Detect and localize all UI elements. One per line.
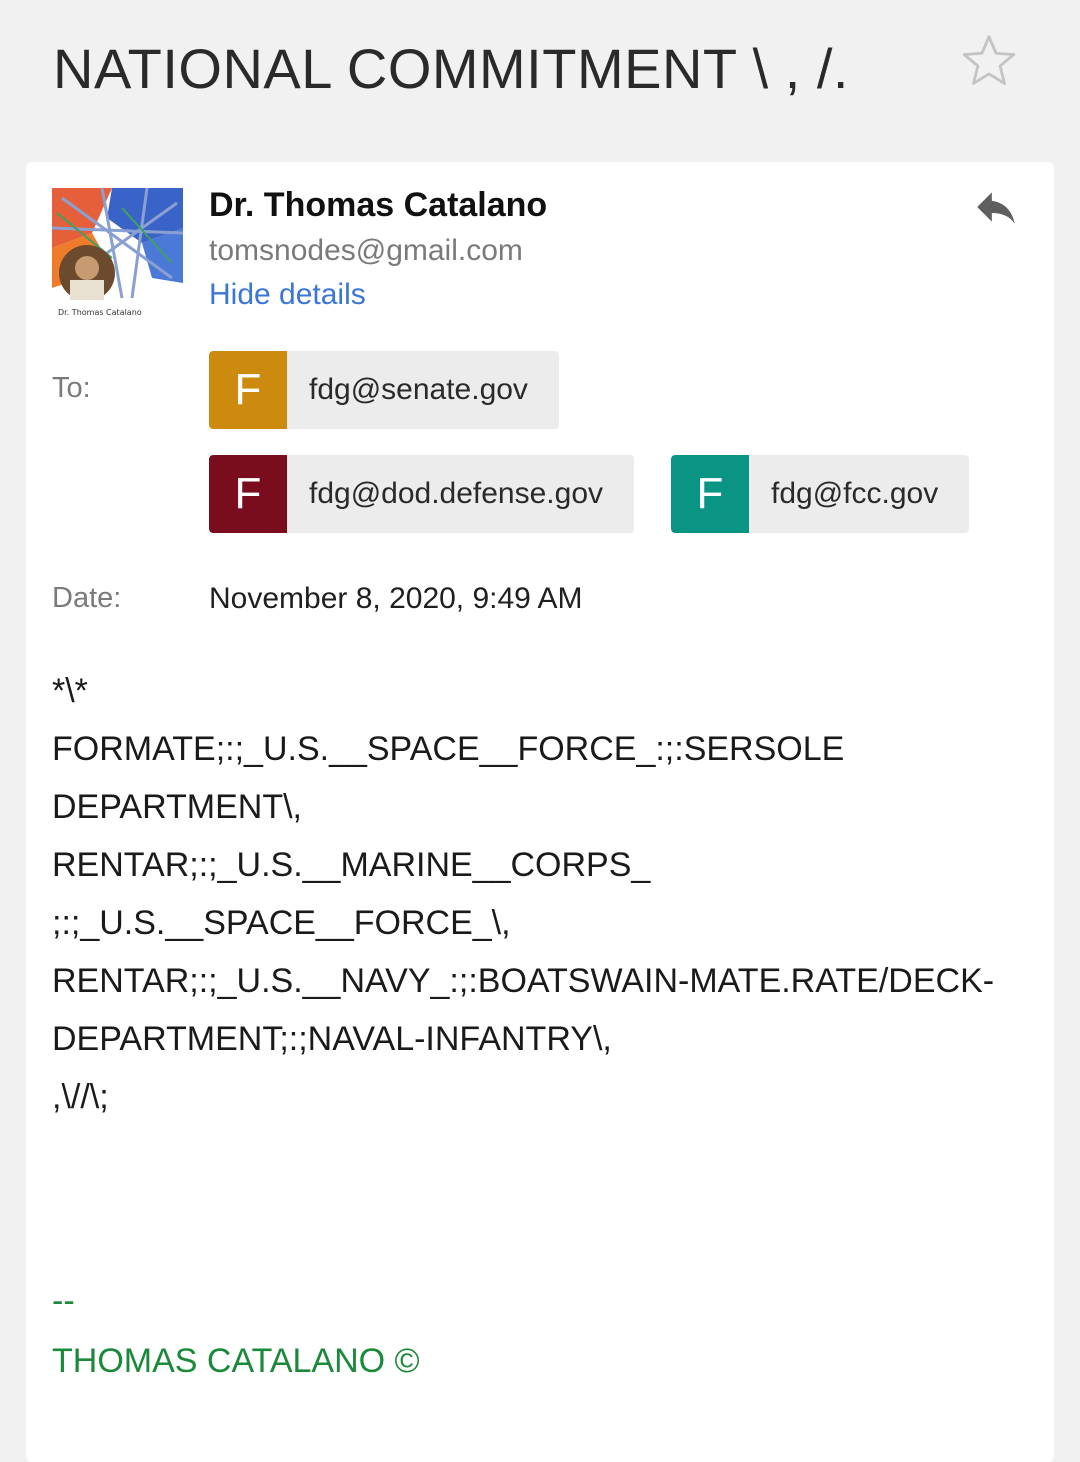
body-line: ,\//\; xyxy=(52,1078,109,1116)
body-line: *\* xyxy=(52,672,88,710)
to-label: To: xyxy=(52,372,91,404)
signature-separator: -- xyxy=(52,1282,75,1320)
recipient-initial: F xyxy=(671,455,749,533)
email-card: Dr. Thomas Catalano Dr. Thomas Catalano … xyxy=(26,162,1054,1462)
recipient-chip[interactable]: F fdg@dod.defense.gov xyxy=(209,455,635,533)
body-line: DEPARTMENT\, xyxy=(52,788,302,826)
sender-avatar[interactable]: Dr. Thomas Catalano xyxy=(52,188,183,319)
recipient-chip[interactable]: F fdg@senate.gov xyxy=(209,351,559,429)
signature: THOMAS CATALANO © xyxy=(52,1342,420,1380)
hide-details-link[interactable]: Hide details xyxy=(209,278,366,312)
sender-email: tomsnodes@gmail.com xyxy=(209,234,523,267)
reply-icon[interactable] xyxy=(966,182,1026,232)
star-icon[interactable] xyxy=(958,30,1020,92)
recipient-email: fdg@dod.defense.gov xyxy=(309,477,604,510)
sender-name: Dr. Thomas Catalano xyxy=(209,186,548,224)
email-subject: NATIONAL COMMITMENT \ , /. xyxy=(53,37,849,100)
body-line: FORMATE;:;_U.S.__SPACE__FORCE_:;:SERSOLE xyxy=(52,730,845,768)
recipient-initial: F xyxy=(209,351,287,429)
recipient-email: fdg@senate.gov xyxy=(309,373,528,406)
body-line: ;:;_U.S.__SPACE__FORCE_\, xyxy=(52,904,511,942)
date-label: Date: xyxy=(52,582,122,614)
body-line: RENTAR;:;_U.S.__MARINE__CORPS_ xyxy=(52,846,651,884)
recipient-chip[interactable]: F fdg@fcc.gov xyxy=(671,455,970,533)
body-line: DEPARTMENT;:;NAVAL-INFANTRY\, xyxy=(52,1020,612,1058)
recipient-initial: F xyxy=(209,455,287,533)
avatar-image: Dr. Thomas Catalano xyxy=(52,188,183,319)
email-body: *\* FORMATE;:;_U.S.__SPACE__FORCE_:;:SER… xyxy=(52,662,1042,1126)
recipient-email: fdg@fcc.gov xyxy=(771,477,939,510)
avatar-caption: Dr. Thomas Catalano xyxy=(58,308,142,317)
subject-bar: NATIONAL COMMITMENT \ , /. xyxy=(0,0,1080,150)
body-line: RENTAR;:;_U.S.__NAVY_:;:BOATSWAIN-MATE.R… xyxy=(52,962,995,1000)
date-value: November 8, 2020, 9:49 AM xyxy=(209,582,583,615)
